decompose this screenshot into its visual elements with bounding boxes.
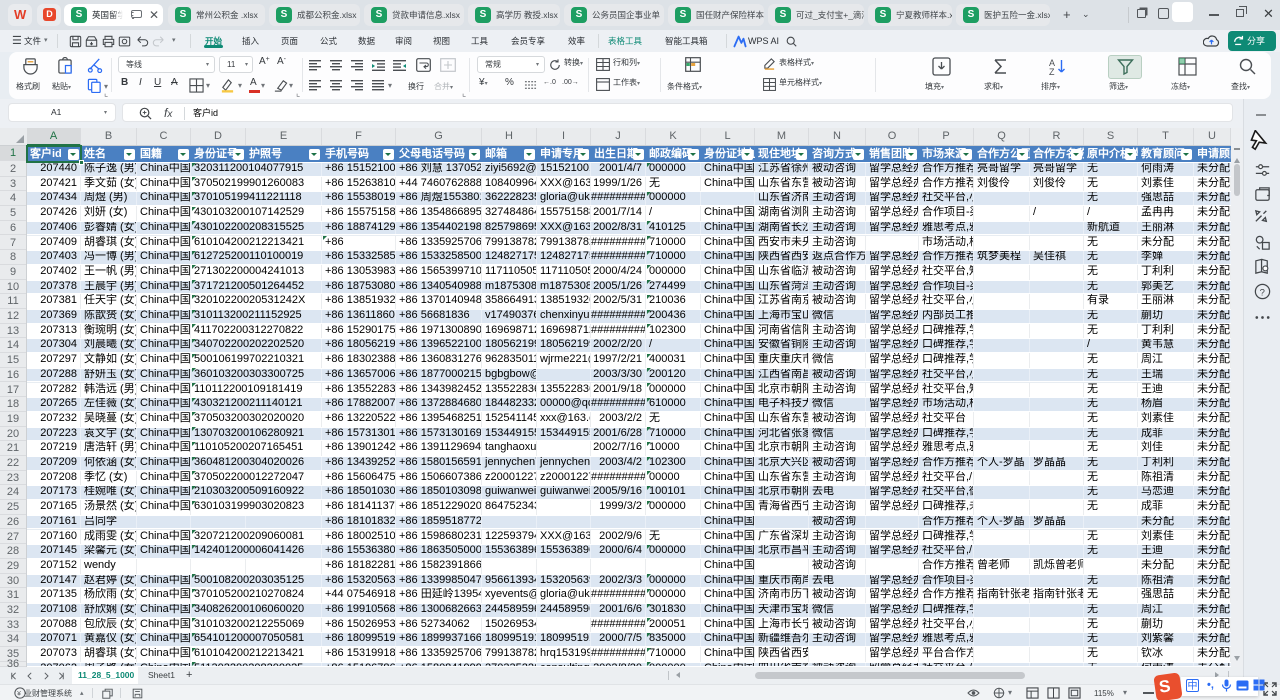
svg-text:?: ?	[1260, 287, 1265, 298]
svg-text:¥: ¥	[17, 691, 21, 698]
svg-text:Z: Z	[1049, 67, 1055, 76]
